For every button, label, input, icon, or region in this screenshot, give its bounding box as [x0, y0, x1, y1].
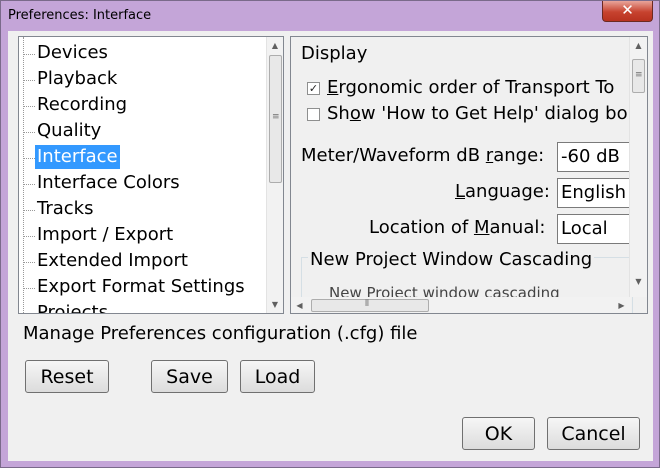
tree-item-tracks[interactable]: Tracks [35, 197, 95, 221]
category-tree: Devices Playback Recording Quality Inter… [18, 36, 284, 314]
tree-connector [23, 132, 35, 133]
tree-item-extended-import[interactable]: Extended Import [35, 249, 190, 273]
load-button[interactable]: Load [240, 360, 315, 393]
meter-range-label: Meter/Waveform dB range: [301, 145, 545, 166]
scroll-down-arrow-icon[interactable]: ▼ [267, 296, 283, 313]
tree-item-devices[interactable]: Devices [35, 41, 110, 65]
tree-connector [23, 262, 35, 263]
grip-icon: ≡ [272, 112, 280, 122]
save-button[interactable]: Save [151, 360, 228, 393]
dialog-client-area: Devices Playback Recording Quality Inter… [8, 31, 653, 461]
tree-connector [23, 184, 35, 185]
cascading-group-label: New Project Window Cascading [308, 249, 595, 270]
meter-range-dropdown[interactable]: -60 dB [557, 142, 632, 172]
tree-connector [23, 54, 35, 55]
scroll-thumb[interactable]: ≡ [269, 55, 282, 183]
tree-item-projects[interactable]: Projects [35, 301, 110, 313]
tree-connector [23, 158, 35, 159]
tree-item-export-format-settings[interactable]: Export Format Settings [35, 275, 247, 299]
scroll-thumb[interactable]: ≡ [632, 59, 645, 93]
panel-horizontal-scrollbar[interactable]: ◀ ⦀ ▶ [291, 297, 631, 313]
ergonomic-order-label[interactable]: Ergonomic order of Transport To [327, 77, 614, 98]
tree-connector-line [23, 37, 24, 313]
tree-item-quality[interactable]: Quality [35, 119, 103, 143]
checkmark-icon: ✓ [308, 82, 319, 95]
tree-vertical-scrollbar[interactable]: ▲ ≡ ▼ [266, 37, 283, 313]
manual-location-label: Location of Manual: [369, 217, 546, 238]
tree-item-playback[interactable]: Playback [35, 67, 119, 91]
show-help-dialog-label[interactable]: Show 'How to Get Help' dialog bo [327, 103, 628, 124]
reset-button[interactable]: Reset [25, 360, 109, 393]
tree-connector [23, 106, 35, 107]
title-bar[interactable]: Preferences: Interface ✕ [1, 1, 659, 31]
window-title: Preferences: Interface [8, 8, 152, 23]
panel-vertical-scrollbar[interactable]: ▲ ≡ ▼ [629, 37, 647, 297]
tree-connector [23, 236, 35, 237]
tree-connector [23, 210, 35, 211]
scroll-thumb[interactable]: ⦀ [311, 299, 429, 312]
scroll-left-arrow-icon[interactable]: ◀ [291, 297, 308, 313]
scroll-right-arrow-icon[interactable]: ▶ [613, 297, 630, 313]
grip-icon: ⦀ [365, 299, 369, 309]
tree-item-interface-selected[interactable]: Interface [35, 145, 120, 169]
scroll-up-arrow-icon[interactable]: ▲ [267, 37, 283, 54]
language-label: Language: [455, 181, 550, 202]
config-file-description: Manage Preferences configuration (.cfg) … [23, 323, 418, 344]
preferences-window: Preferences: Interface ✕ Devices Playbac… [0, 0, 660, 468]
show-help-dialog-checkbox[interactable] [307, 108, 320, 121]
scroll-up-arrow-icon[interactable]: ▲ [630, 37, 647, 54]
interface-settings-panel: Display ✓ Ergonomic order of Transport T… [290, 36, 648, 314]
ergonomic-order-checkbox[interactable]: ✓ [307, 82, 320, 95]
close-icon: ✕ [621, 1, 634, 19]
scroll-down-arrow-icon[interactable]: ▼ [630, 273, 647, 290]
tree-item-interface-colors[interactable]: Interface Colors [35, 171, 182, 195]
manual-location-dropdown[interactable]: Local [557, 214, 632, 244]
tree-item-recording[interactable]: Recording [35, 93, 129, 117]
close-button[interactable]: ✕ [602, 1, 653, 22]
cancel-button[interactable]: Cancel [547, 417, 640, 450]
tree-item-import-export[interactable]: Import / Export [35, 223, 175, 247]
display-section-label: Display [301, 43, 368, 64]
grip-icon: ≡ [635, 70, 643, 80]
tree-connector [23, 288, 35, 289]
tree-connector [23, 80, 35, 81]
language-dropdown[interactable]: English [557, 178, 632, 208]
ok-button[interactable]: OK [462, 417, 535, 450]
